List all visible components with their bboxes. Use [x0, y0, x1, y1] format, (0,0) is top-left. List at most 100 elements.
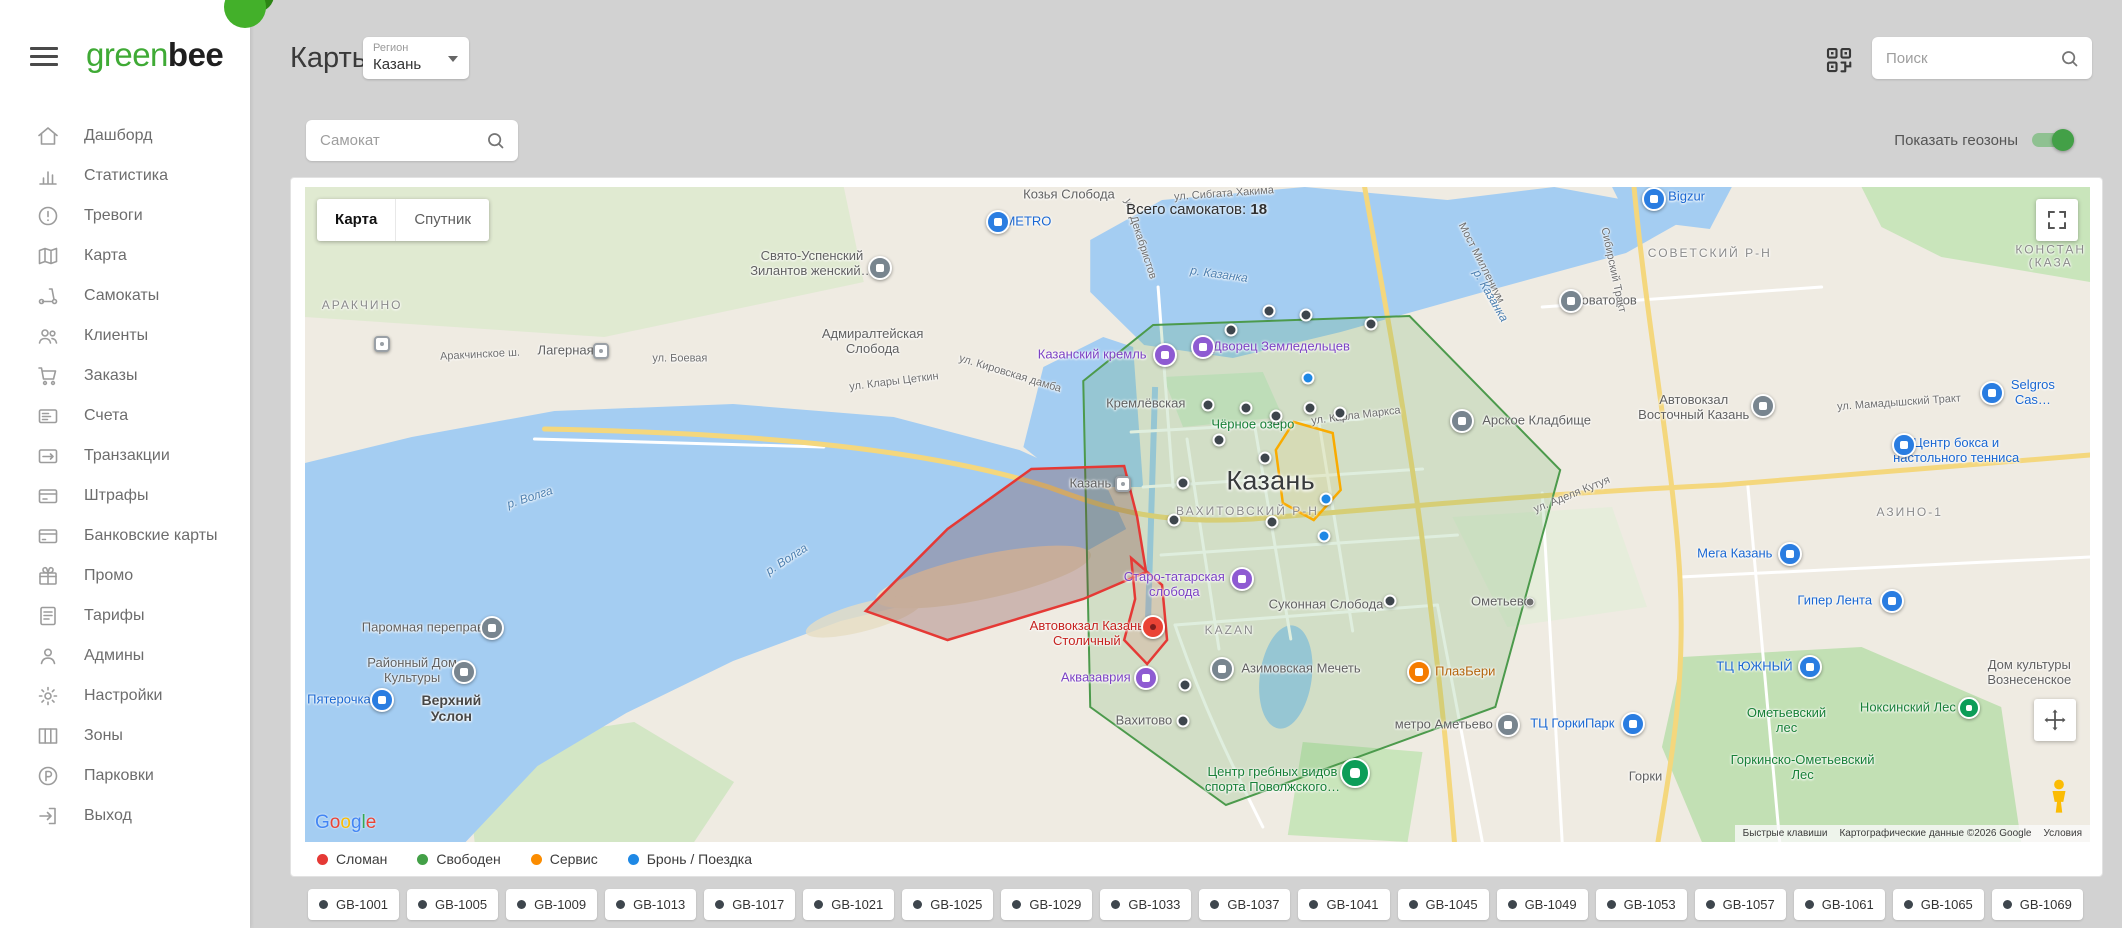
poi-blue-marker[interactable]	[1621, 712, 1646, 737]
pin-red-marker[interactable]	[1140, 615, 1165, 640]
recenter-button[interactable]	[2034, 699, 2076, 741]
poi-gray-marker[interactable]	[480, 616, 505, 641]
scooter-chip[interactable]: GB-1069	[1991, 889, 2083, 920]
scooter-marker[interactable]	[1269, 409, 1283, 423]
geozones-toggle[interactable]	[2032, 129, 2074, 151]
scooter-marker[interactable]	[1299, 308, 1313, 322]
scooter-chip[interactable]: GB-1053	[1595, 889, 1687, 920]
scooter-chip[interactable]: GB-1057	[1694, 889, 1786, 920]
sidebar-item-parking[interactable]: Парковки	[0, 756, 250, 796]
scooter-marker[interactable]	[1333, 406, 1347, 420]
poi-blue-marker[interactable]	[1642, 187, 1667, 211]
scooter-chip[interactable]: GB-1001	[308, 889, 400, 920]
scooter-chip[interactable]: GB-1009	[506, 889, 598, 920]
scooter-chip[interactable]: GB-1033	[1100, 889, 1192, 920]
scooter-chip[interactable]: GB-1065	[1892, 889, 1984, 920]
sidebar-item-bills[interactable]: Счета	[0, 396, 250, 436]
poi-gray-marker[interactable]	[1210, 657, 1235, 682]
poi-purple-marker[interactable]	[1230, 567, 1255, 592]
poi-gray-marker[interactable]	[867, 256, 892, 281]
sidebar-item-home[interactable]: Дашборд	[0, 116, 250, 156]
poi-purple-marker[interactable]	[1133, 666, 1158, 691]
scooter-chip[interactable]: GB-1021	[803, 889, 895, 920]
scooter-chip[interactable]: GB-1049	[1496, 889, 1588, 920]
sidebar-item-zones[interactable]: Зоны	[0, 716, 250, 756]
sidebar-item-orders[interactable]: Заказы	[0, 356, 250, 396]
poi-gray-marker[interactable]	[1751, 394, 1776, 419]
sidebar-item-promo[interactable]: Промо	[0, 556, 250, 596]
poi-gray-marker[interactable]	[1496, 713, 1521, 738]
ride-marker[interactable]	[1319, 492, 1333, 506]
scooter-chip[interactable]: GB-1061	[1793, 889, 1885, 920]
scooter-marker[interactable]	[1178, 678, 1192, 692]
scooter-search-input[interactable]	[318, 131, 485, 150]
menu-label: Админы	[84, 647, 145, 664]
dot-gray-marker[interactable]	[1525, 597, 1534, 607]
poi-purple-marker[interactable]	[1153, 342, 1178, 367]
sidebar-item-settings[interactable]: Настройки	[0, 676, 250, 716]
scooter-chip[interactable]: GB-1005	[407, 889, 499, 920]
scooter-chip[interactable]: GB-1037	[1199, 889, 1291, 920]
scooter-chip[interactable]: GB-1025	[902, 889, 994, 920]
map-type-satellite-button[interactable]: Спутник	[395, 199, 489, 241]
scooter-marker[interactable]	[1239, 401, 1253, 415]
sidebar-item-transactions[interactable]: Транзакции	[0, 436, 250, 476]
sidebar-item-admins[interactable]: Админы	[0, 636, 250, 676]
poi-green-lg-marker[interactable]	[1339, 758, 1370, 789]
poi-gray-marker[interactable]	[1449, 408, 1474, 433]
scooter-marker[interactable]	[1224, 323, 1238, 337]
keyboard-shortcuts-link[interactable]: Быстрые клавиши	[1743, 828, 1828, 839]
poi-blue-marker[interactable]	[985, 210, 1010, 235]
ride-marker[interactable]	[1317, 529, 1331, 543]
sidebar-item-scooter[interactable]: Самокаты	[0, 276, 250, 316]
scooter-marker[interactable]	[1303, 401, 1317, 415]
scooter-marker[interactable]	[1201, 398, 1215, 412]
region-selector[interactable]: Регион Казань	[363, 37, 469, 79]
scooter-chip[interactable]: GB-1041	[1298, 889, 1390, 920]
pegman-icon[interactable]	[2046, 778, 2072, 814]
terms-link[interactable]: Условия	[2043, 828, 2082, 839]
fullscreen-button[interactable]	[2036, 199, 2078, 241]
search-input[interactable]	[1884, 48, 2059, 68]
poi-blue-marker[interactable]	[1892, 433, 1917, 458]
qr-scan-button[interactable]	[1824, 45, 1854, 75]
poi-orange-marker[interactable]	[1406, 659, 1431, 684]
map-type-map-button[interactable]: Карта	[317, 199, 395, 241]
scooter-chip[interactable]: GB-1045	[1397, 889, 1489, 920]
scooter-chip[interactable]: GB-1029	[1001, 889, 1093, 920]
poi-gray-marker[interactable]	[451, 659, 476, 684]
sidebar-item-alert[interactable]: Тревоги	[0, 196, 250, 236]
scooter-chip[interactable]: GB-1013	[605, 889, 697, 920]
sidebar-item-fines[interactable]: Штрафы	[0, 476, 250, 516]
poi-purple-marker[interactable]	[1190, 334, 1215, 359]
poi-blue-marker[interactable]	[369, 687, 394, 712]
sidebar-item-tariffs[interactable]: Тарифы	[0, 596, 250, 636]
sidebar-item-stats[interactable]: Статистика	[0, 156, 250, 196]
ride-marker[interactable]	[1301, 371, 1315, 385]
map-canvas[interactable]: Козья Слобода Свято-Успенский Зилантов же…	[305, 187, 2090, 842]
station-marker[interactable]	[593, 342, 610, 359]
scooter-marker[interactable]	[1212, 433, 1226, 447]
station-marker[interactable]	[373, 336, 390, 353]
sidebar-item-cards[interactable]: Банковские карты	[0, 516, 250, 556]
scooter-marker[interactable]	[1364, 317, 1378, 331]
scooter-marker[interactable]	[1258, 451, 1272, 464]
poi-blue-marker[interactable]	[1979, 380, 2004, 405]
scooter-marker[interactable]	[1167, 513, 1181, 527]
menu-toggle-icon[interactable]	[30, 42, 58, 71]
poi-blue-marker[interactable]	[1797, 655, 1822, 680]
scooter-marker[interactable]	[1262, 304, 1276, 318]
scooter-marker[interactable]	[1265, 515, 1279, 529]
poi-blue-marker[interactable]	[1879, 588, 1904, 613]
sidebar-item-clients[interactable]: Клиенты	[0, 316, 250, 356]
poi-blue-marker[interactable]	[1778, 541, 1803, 566]
scooter-marker[interactable]	[1176, 476, 1190, 490]
station-marker[interactable]	[1114, 475, 1131, 492]
scooter-marker[interactable]	[1176, 714, 1190, 728]
scooter-chip[interactable]: GB-1017	[704, 889, 796, 920]
scooter-marker[interactable]	[1383, 594, 1397, 608]
sidebar-item-map[interactable]: Карта	[0, 236, 250, 276]
poi-green-sm-marker[interactable]	[1957, 696, 1980, 719]
poi-gray-marker[interactable]	[1558, 288, 1583, 313]
sidebar-item-logout[interactable]: Выход	[0, 796, 250, 836]
